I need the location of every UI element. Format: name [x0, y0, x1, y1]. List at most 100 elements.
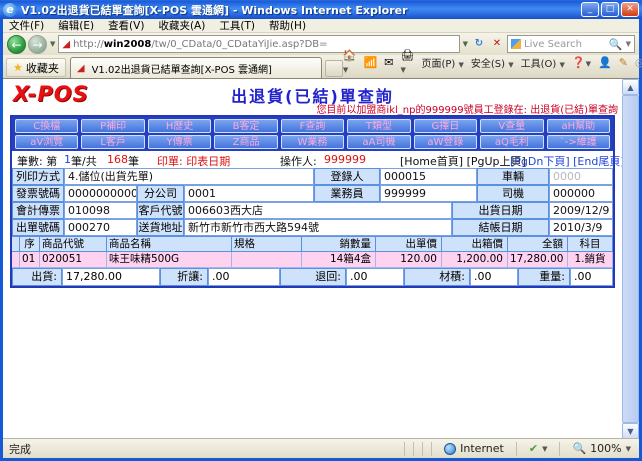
- menu-favorites[interactable]: 收藏夹(A): [158, 18, 205, 33]
- menu-file[interactable]: 文件(F): [9, 18, 44, 33]
- url-text: http://win2008/tw/0_CData/0_CDataYiJie.a…: [73, 39, 327, 50]
- btn-help[interactable]: aH幫助: [547, 119, 610, 133]
- form-row-voucher: 會計傳票 010098 客戶代號 006603西大店 出貨日期 2009/12/…: [12, 202, 613, 219]
- btn-type[interactable]: T類型: [347, 119, 410, 133]
- window-title: V1.02出退貨已結單查詢[X-POS 雲通網] - Windows Inter…: [21, 2, 581, 18]
- salesman-label: 業務員: [314, 185, 380, 202]
- menu-help[interactable]: 帮助(H): [269, 18, 306, 33]
- help-icon[interactable]: ❓▼: [572, 56, 591, 69]
- btn-maintain[interactable]: `->維護: [547, 135, 610, 149]
- driver-label: 司機: [477, 185, 549, 202]
- btn-product[interactable]: Z商品: [214, 135, 277, 149]
- cell-seq: 01: [20, 252, 40, 268]
- minimize-button[interactable]: _: [581, 2, 599, 17]
- delivery-address-field[interactable]: 新竹市新竹市西大路594號: [184, 219, 452, 236]
- scroll-up-icon[interactable]: ▲: [622, 79, 639, 95]
- scroll-down-icon[interactable]: ▼: [622, 423, 639, 438]
- scrollbar-thumb[interactable]: [622, 95, 639, 423]
- col-seq: 序: [20, 236, 40, 252]
- feeds-icon[interactable]: 📶: [364, 56, 378, 69]
- salesman-field[interactable]: 999999: [380, 185, 477, 202]
- command-bar: 🏠▼ 📶 ✉ 🖨▼ 页面(P) ▼ 安全(S) ▼ 工具(O) ▼ ❓▼ 👤 ✎…: [343, 49, 642, 78]
- protected-mode-indicator[interactable]: ✔ ▼: [521, 442, 556, 455]
- login-user-field[interactable]: 000015: [380, 168, 477, 185]
- addon-person-icon[interactable]: 👤: [598, 56, 612, 69]
- order-no-field[interactable]: 000270: [64, 219, 137, 236]
- star-icon: ★: [13, 61, 23, 74]
- col-qty: 銷數量: [302, 236, 376, 252]
- close-button[interactable]: ✕: [621, 2, 639, 17]
- nav-keys-pgdn-end: [PgDn下頁] [End尾頁]: [510, 153, 625, 169]
- btn-check-qty[interactable]: V查量: [480, 119, 543, 133]
- forward-button[interactable]: →: [28, 35, 47, 54]
- shield-check-icon: ✔: [529, 442, 538, 455]
- addon-circle-icon[interactable]: ◎: [635, 56, 642, 69]
- btn-pick-date[interactable]: G擇日: [414, 119, 477, 133]
- btn-change-file[interactable]: C換檔: [15, 119, 78, 133]
- customer-code-field[interactable]: 006603西大店: [184, 202, 452, 219]
- btn-reprint[interactable]: P補印: [81, 119, 144, 133]
- favorites-label: 收藏夹: [26, 60, 59, 76]
- cell-amount: 17,280.00: [508, 252, 568, 268]
- print-icon[interactable]: 🖨▼: [401, 49, 415, 75]
- zone-label: Internet: [460, 442, 504, 455]
- btn-customer[interactable]: L客戶: [81, 135, 144, 149]
- print-mode-select[interactable]: 4.儲位(出貨先單): [64, 168, 314, 185]
- favorites-button[interactable]: ★ 收藏夹: [6, 58, 66, 77]
- home-icon[interactable]: 🏠▼: [343, 49, 357, 75]
- addon-edit-icon[interactable]: ✎: [619, 56, 628, 69]
- page-favicon-icon: ◢: [62, 39, 70, 50]
- search-placeholder: Live Search: [524, 39, 606, 50]
- total-volume-label: 材積:: [404, 268, 470, 286]
- page-menu-button[interactable]: 页面(P) ▼: [421, 55, 463, 70]
- btn-driver[interactable]: aA司機: [347, 135, 410, 149]
- menu-view[interactable]: 查看(V): [108, 18, 144, 33]
- vehicle-field[interactable]: 0000: [549, 168, 613, 185]
- address-dropdown-icon[interactable]: ▼: [463, 40, 468, 48]
- branch-label: 分公司: [137, 185, 184, 202]
- btn-voucher[interactable]: Y傳票: [148, 135, 211, 149]
- btn-customer-set[interactable]: B客定: [214, 119, 277, 133]
- cell-account: 1.銷貨: [568, 252, 613, 268]
- history-dropdown-icon[interactable]: ▼: [50, 40, 55, 48]
- menu-edit[interactable]: 编辑(E): [58, 18, 94, 33]
- protected-mode-dropdown-icon[interactable]: ▼: [542, 445, 547, 453]
- zoom-dropdown-icon[interactable]: ▼: [626, 445, 631, 453]
- customer-code-label: 客戶代號: [137, 202, 184, 219]
- zoom-control[interactable]: 🔍 100% ▼: [564, 442, 639, 455]
- col-gutter: [12, 236, 20, 252]
- status-text: 完成: [3, 441, 400, 457]
- btn-browse[interactable]: aV浏覽: [15, 135, 78, 149]
- btn-sales[interactable]: W業務: [281, 135, 344, 149]
- read-mail-icon[interactable]: ✉: [384, 56, 393, 69]
- vertical-scrollbar[interactable]: ▲ ▼: [622, 79, 639, 438]
- ship-date-field[interactable]: 2009/12/9: [549, 202, 613, 219]
- branch-field[interactable]: 0001: [184, 185, 314, 202]
- browser-window: e V1.02出退貨已結單查詢[X-POS 雲通網] - Windows Int…: [0, 0, 642, 461]
- btn-query[interactable]: F查詢: [281, 119, 344, 133]
- driver-field[interactable]: 000000: [549, 185, 613, 202]
- total-discount-label: 折讓:: [160, 268, 208, 286]
- tools-menu-button[interactable]: 工具(O) ▼: [521, 55, 565, 70]
- close-date-field[interactable]: 2010/3/9: [549, 219, 613, 236]
- maximize-button[interactable]: □: [601, 2, 619, 17]
- search-dropdown-icon[interactable]: ▼: [626, 40, 631, 48]
- order-no-label: 出單號碼: [12, 219, 64, 236]
- menu-tools[interactable]: 工具(T): [219, 18, 255, 33]
- active-tab[interactable]: ◢ V1.02出退貨已結單查詢[X-POS 雲通網]: [70, 57, 322, 78]
- btn-profit[interactable]: aQ毛利: [480, 135, 543, 149]
- btn-login[interactable]: aW登錄: [414, 135, 477, 149]
- new-tab-stub[interactable]: [325, 60, 343, 77]
- col-box-price: 出箱價: [442, 236, 508, 252]
- search-provider-icon: [511, 39, 521, 49]
- btn-history[interactable]: H歷史: [148, 119, 211, 133]
- voucher-field[interactable]: 010098: [64, 202, 137, 219]
- table-row[interactable]: 01 020051 味王味精500G 14箱4盒 120.00 1,200.00…: [12, 252, 613, 268]
- vehicle-label: 車輛: [477, 168, 549, 185]
- safety-menu-button[interactable]: 安全(S) ▼: [471, 55, 514, 70]
- back-button[interactable]: ←: [7, 35, 26, 54]
- invoice-field[interactable]: 0000000000: [64, 185, 137, 202]
- cell-product-code: 020051: [40, 252, 107, 268]
- tab-bar: ★ 收藏夹 ◢ V1.02出退貨已結單查詢[X-POS 雲通網] 🏠▼ 📶 ✉ …: [3, 55, 639, 78]
- totals-row: 出貨: 17,280.00 折讓: .00 退回: .00 材積: .00 重量…: [12, 268, 613, 286]
